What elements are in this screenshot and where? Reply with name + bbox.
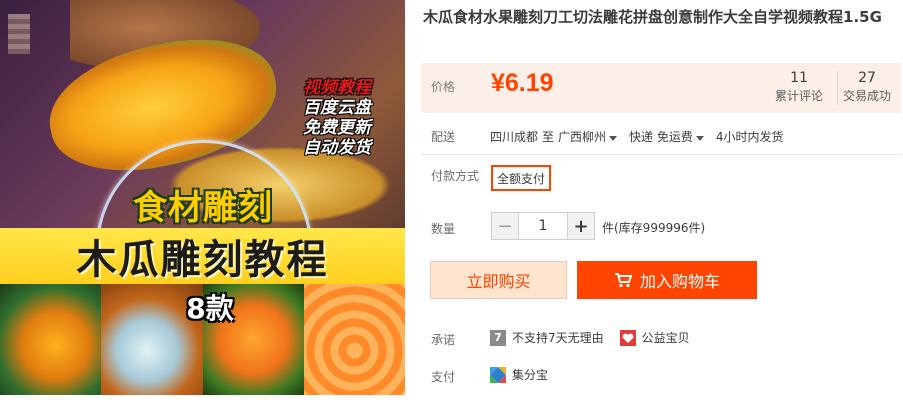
feature-badges: 视频教程 百度云盘 免费更新 自动发货 (303, 78, 395, 158)
full-payment-option[interactable]: 全额支付 (491, 165, 551, 191)
currency-symbol: ¥ (491, 69, 505, 97)
sales-stat: 27 交易成功 (837, 69, 897, 105)
count-badge: 8款 (186, 292, 234, 325)
add-to-cart-label: 加入购物车 (639, 272, 720, 291)
shipping-method: 快递 免运费 (629, 130, 693, 144)
price-value: ¥6.19 (491, 69, 554, 98)
pay-row: 集分宝 (490, 366, 548, 383)
pay-label: 支付 (431, 370, 456, 384)
promise-row: 7 不支持7天无理由 公益宝贝 (490, 329, 690, 346)
increase-quantity-button[interactable]: + (568, 213, 594, 239)
sales-count: 27 (858, 70, 876, 86)
review-count: 11 (790, 70, 808, 86)
blurred-watermark (8, 14, 30, 54)
ship-to-selector[interactable]: 广西柳州 (558, 128, 625, 145)
divider (421, 154, 901, 155)
product-main-image[interactable]: 视频教程 百度云盘 免费更新 自动发货 食材雕刻 木瓜雕刻教程 8款 (0, 0, 405, 395)
badge-baidu-cloud: 百度云盘 (303, 98, 371, 118)
no-return-icon: 7 (490, 329, 506, 346)
shipping-method-selector[interactable]: 快递 免运费 (629, 128, 712, 145)
ingredient-carving-banner: 食材雕刻 (133, 187, 273, 228)
stock-info: 件(库存999996件) (602, 221, 706, 235)
badge-video-tutorial: 视频教程 (303, 78, 371, 98)
payment-method-label: 付款方式 (431, 169, 480, 183)
price-label: 价格 (431, 80, 456, 94)
no-return-text[interactable]: 不支持7天无理由 (512, 329, 604, 346)
papaya-carving-banner: 木瓜雕刻教程 (0, 228, 405, 284)
add-to-cart-button[interactable]: 加入购物车 (577, 261, 757, 299)
price-panel: 价格 ¥6.19 11 累计评论 27 交易成功 (421, 63, 901, 113)
sales-label: 交易成功 (842, 89, 891, 103)
ship-from: 四川成都 (490, 130, 539, 144)
dispatch-time: 4小时内发货 (715, 130, 784, 144)
sample-tile (0, 284, 102, 395)
charity-text[interactable]: 公益宝贝 (642, 329, 690, 346)
shipping-label: 配送 (431, 130, 456, 144)
chevron-down-icon (695, 136, 704, 141)
promise-label: 承诺 (431, 333, 456, 347)
price-amount: 6.19 (504, 69, 554, 97)
badge-free-update: 免费更新 (303, 118, 371, 138)
chevron-down-icon (609, 136, 618, 141)
shipping-row: 四川成都 至 广西柳州 快递 免运费 4小时内发货 (490, 128, 784, 145)
cart-icon (614, 273, 632, 288)
quantity-label: 数量 (431, 222, 456, 236)
ship-to-word: 至 (542, 130, 555, 144)
quantity-stepper: − 1 + (491, 212, 595, 240)
ship-to: 广西柳州 (558, 130, 607, 144)
sample-tile (303, 284, 405, 395)
review-stat[interactable]: 11 累计评论 (769, 69, 829, 105)
product-title: 木瓜食材水果雕刻刀工切法雕花拼盘创意制作大全自学视频教程1.5G (423, 8, 882, 26)
decrease-quantity-button[interactable]: − (492, 213, 518, 239)
charity-heart-icon (619, 329, 636, 346)
badge-auto-delivery: 自动发货 (303, 138, 371, 158)
jifenbao-icon (490, 366, 506, 383)
jifenbao-text[interactable]: 集分宝 (512, 366, 548, 383)
quantity-input[interactable]: 1 (518, 213, 568, 239)
buy-now-button[interactable]: 立即购买 (430, 261, 567, 299)
review-label: 累计评论 (774, 89, 823, 103)
